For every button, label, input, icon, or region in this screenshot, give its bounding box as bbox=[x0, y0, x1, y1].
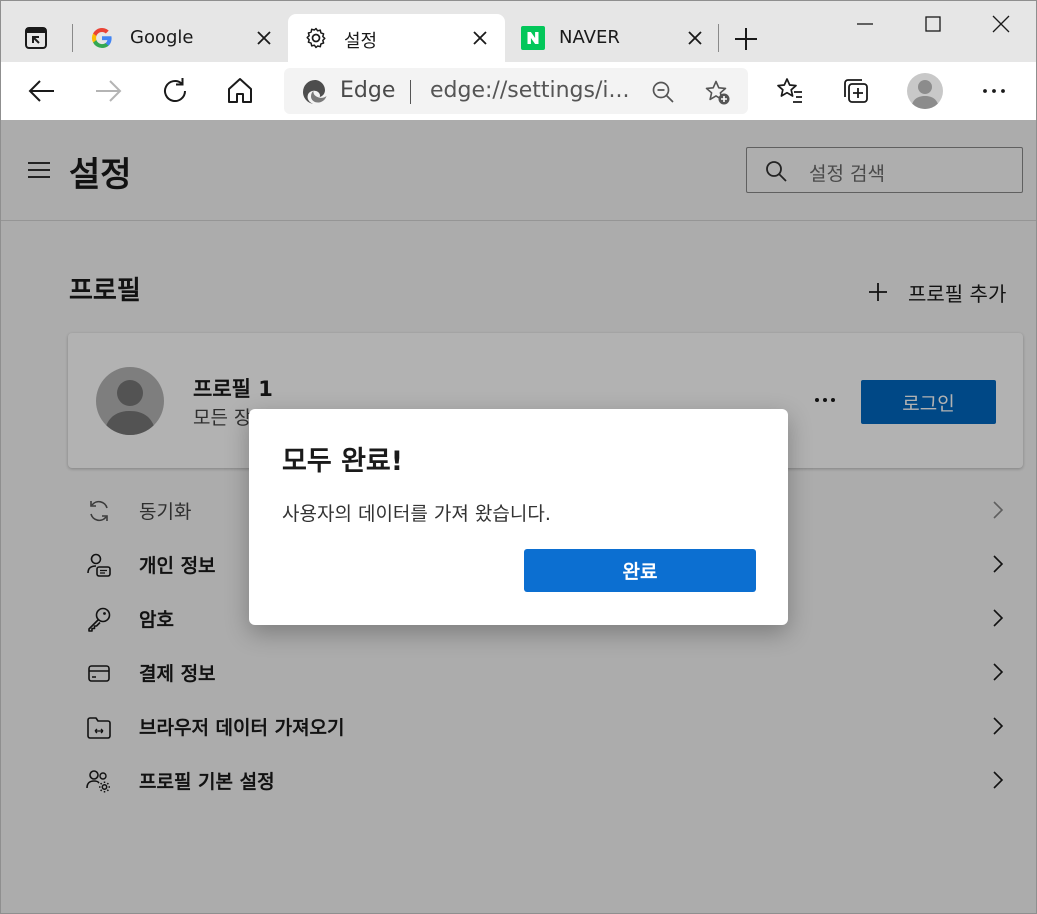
tab-separator bbox=[718, 24, 719, 52]
window-close-icon[interactable] bbox=[989, 12, 1013, 36]
tab-title: 설정 bbox=[344, 31, 378, 52]
minimize-icon[interactable] bbox=[853, 12, 877, 36]
edge-logo-icon bbox=[302, 79, 328, 105]
add-favorite-icon[interactable] bbox=[704, 79, 730, 105]
favorites-icon[interactable] bbox=[774, 75, 806, 107]
close-tab-icon[interactable] bbox=[470, 28, 490, 48]
google-g-icon bbox=[90, 26, 114, 50]
collections-icon[interactable] bbox=[840, 75, 872, 107]
forward-arrow-icon[interactable] bbox=[92, 75, 124, 107]
maximize-icon[interactable] bbox=[921, 12, 945, 36]
close-tab-icon[interactable] bbox=[685, 28, 705, 48]
tab-separator bbox=[72, 24, 73, 52]
tab-actions-icon[interactable] bbox=[22, 24, 50, 52]
gear-icon bbox=[304, 26, 328, 50]
dialog-message: 사용자의 데이터를 가져 왔습니다. bbox=[282, 503, 551, 525]
tab-title: NAVER bbox=[559, 27, 620, 48]
naver-n-icon bbox=[521, 26, 545, 50]
tab-title: Google bbox=[130, 27, 194, 48]
more-options-icon[interactable] bbox=[978, 75, 1010, 107]
close-tab-icon[interactable] bbox=[254, 28, 274, 48]
profile-avatar-icon[interactable] bbox=[907, 73, 943, 109]
address-bar[interactable]: Edge edge://settings/i... bbox=[284, 68, 748, 114]
browser-toolbar: Edge edge://settings/i... bbox=[0, 62, 1037, 120]
tab-google[interactable]: Google bbox=[74, 14, 286, 62]
edge-label: Edge bbox=[340, 78, 396, 103]
url-text[interactable]: edge://settings/i... bbox=[430, 78, 629, 103]
new-tab-icon[interactable] bbox=[732, 25, 760, 53]
import-complete-dialog: 모두 완료! 사용자의 데이터를 가져 왔습니다. 완료 bbox=[249, 409, 788, 625]
back-arrow-icon[interactable] bbox=[26, 75, 58, 107]
refresh-icon[interactable] bbox=[159, 75, 191, 107]
zoom-out-icon[interactable] bbox=[650, 79, 676, 105]
dialog-title: 모두 완료! bbox=[282, 446, 404, 477]
tab-naver[interactable]: NAVER bbox=[505, 14, 717, 62]
address-divider bbox=[410, 80, 411, 104]
home-icon[interactable] bbox=[224, 75, 256, 107]
tab-strip: Google 설정 NAVER bbox=[0, 0, 1037, 62]
done-button[interactable]: 완료 bbox=[524, 549, 756, 592]
tab-settings[interactable]: 설정 bbox=[288, 14, 505, 62]
